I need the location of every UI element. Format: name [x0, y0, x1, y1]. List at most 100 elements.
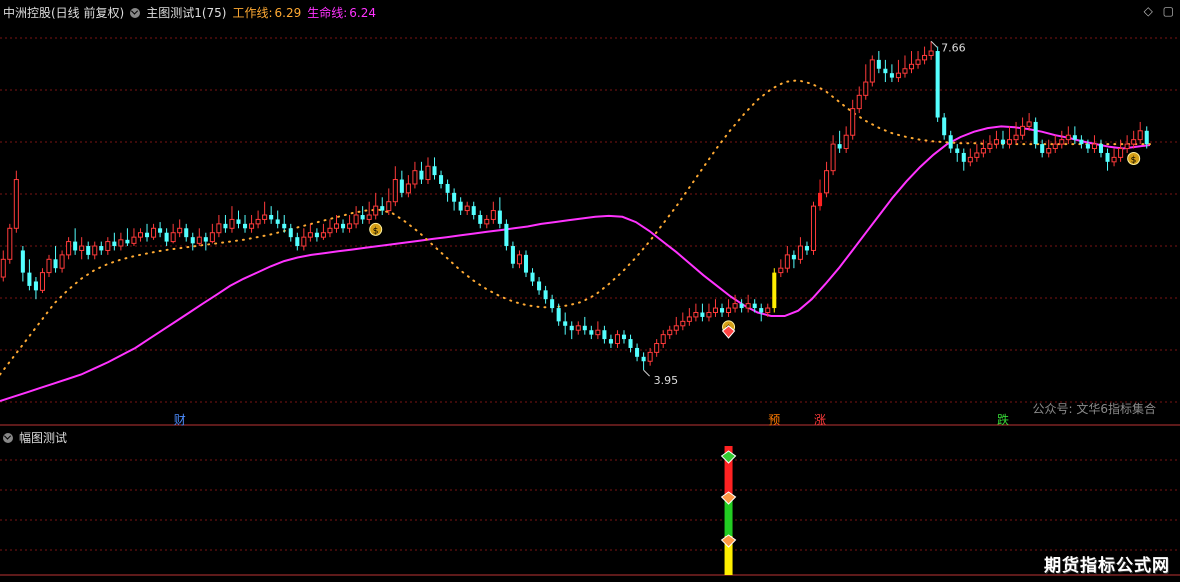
candle: [27, 272, 32, 286]
life-line-label: 生命线:: [307, 6, 348, 20]
candle: [889, 73, 894, 78]
candle: [118, 239, 124, 247]
candle: [164, 232, 169, 242]
candle: [392, 179, 398, 203]
sub-diamond-icon: [720, 534, 737, 548]
candle: [824, 170, 830, 194]
stock-title[interactable]: 中洲控股(日线 前复权): [3, 6, 124, 20]
candle: [935, 51, 940, 118]
restore-icon[interactable]: ▢: [1163, 4, 1174, 18]
candle: [158, 228, 163, 233]
candle: [993, 139, 999, 145]
candle: [209, 232, 215, 243]
candle: [1006, 139, 1013, 145]
candle: [137, 232, 144, 238]
candle: [869, 59, 875, 83]
sub-panel-title[interactable]: 幅图测试: [19, 431, 67, 445]
candle: [366, 214, 372, 220]
candle: [660, 334, 666, 345]
candle: [412, 170, 418, 185]
marker-125: 涨: [814, 412, 826, 427]
candle: [73, 241, 78, 251]
candle: [621, 334, 627, 340]
sub-diamond-icon: [720, 450, 737, 464]
candle: [589, 330, 594, 335]
candle: [928, 50, 934, 56]
dropdown-circle-icon[interactable]: [3, 433, 13, 443]
candle: [484, 218, 490, 225]
candle: [543, 290, 548, 300]
candle: [654, 343, 660, 353]
money-bag-icon-glyph: $: [373, 226, 379, 236]
sub-signal-bar: [724, 500, 733, 536]
candle: [1046, 148, 1052, 154]
candle: [320, 232, 326, 238]
candle: [249, 223, 255, 229]
candle: [772, 272, 777, 309]
candle: [942, 117, 947, 136]
candle: [915, 59, 921, 65]
candle: [314, 232, 319, 238]
low-label: 3.95: [654, 374, 679, 387]
candle: [262, 214, 268, 220]
candle: [837, 144, 842, 149]
candle: [686, 316, 692, 322]
candle: [1118, 148, 1124, 158]
candle: [497, 210, 502, 224]
candle: [282, 223, 287, 229]
window-controls: ◇ ▢: [1144, 4, 1174, 18]
candle: [1065, 134, 1071, 141]
candle: [922, 54, 928, 61]
candle: [1124, 143, 1130, 150]
candle: [732, 303, 738, 309]
work-line: [0, 79, 1151, 376]
candle: [333, 223, 340, 229]
candle: [635, 347, 640, 357]
candle: [1085, 144, 1090, 149]
candle: [196, 236, 202, 244]
candle: [680, 320, 686, 327]
candle: [131, 236, 137, 244]
candle: [439, 175, 444, 184]
candle: [445, 183, 450, 193]
candle: [33, 281, 38, 291]
candle: [550, 299, 555, 309]
candle: [1040, 144, 1045, 153]
candle: [1079, 139, 1084, 145]
candle: [307, 232, 313, 238]
candle: [1091, 143, 1097, 150]
candle: [797, 245, 803, 260]
indicator-name[interactable]: 主图测试1(75): [146, 6, 226, 20]
low-pointer: [643, 369, 650, 377]
candle: [1072, 135, 1077, 140]
candle: [7, 227, 13, 260]
candle: [641, 356, 646, 362]
candle: [818, 192, 823, 207]
candle: [510, 246, 515, 264]
candle: [229, 218, 235, 229]
money-bag-icon-glyph: $: [1131, 156, 1137, 166]
candle: [341, 223, 346, 229]
candle: [425, 165, 431, 181]
candle: [452, 192, 457, 202]
candle: [804, 246, 809, 251]
dropdown-circle-icon[interactable]: [130, 8, 141, 18]
diamond-icon[interactable]: ◇: [1144, 4, 1153, 18]
candle: [243, 223, 248, 229]
candle: [778, 267, 784, 274]
chart-canvas[interactable]: 7.663.95$$$财预涨跌: [0, 0, 1180, 582]
candle: [967, 156, 973, 163]
candle: [955, 148, 960, 153]
candle: [478, 215, 483, 224]
brand-logo-text: 期货指标公式网: [1044, 556, 1170, 576]
candle: [373, 205, 379, 216]
work-line-label: 工作线:: [232, 6, 273, 20]
candle: [144, 232, 150, 238]
candle: [386, 201, 392, 212]
candle: [288, 228, 293, 238]
candle: [66, 241, 72, 256]
candle: [236, 219, 241, 224]
candle: [537, 281, 542, 291]
candle: [275, 219, 280, 224]
life-line: [0, 125, 1151, 403]
